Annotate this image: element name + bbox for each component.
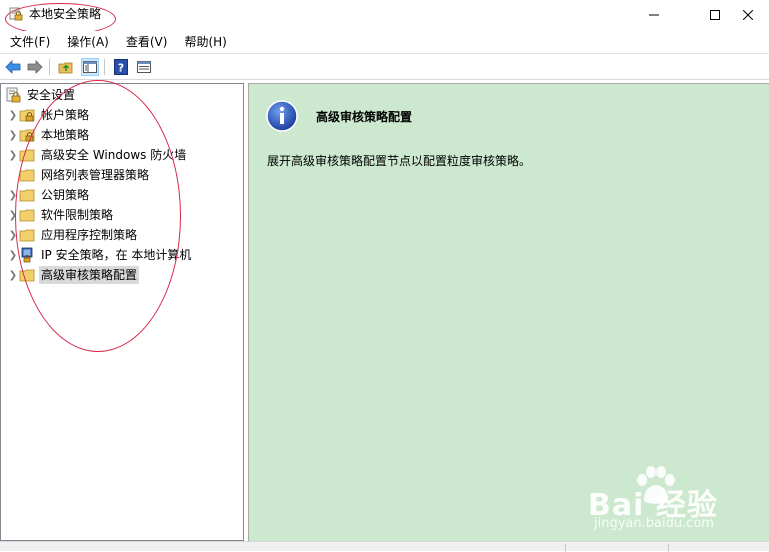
chevron-right-icon[interactable]: ❯ xyxy=(7,265,19,285)
folder-icon xyxy=(19,209,35,222)
toolbar-separator xyxy=(104,59,105,75)
tree-item-label: 软件限制策略 xyxy=(41,208,114,222)
tree-item-label: 网络列表管理器策略 xyxy=(41,168,150,182)
show-hide-tree-button[interactable] xyxy=(81,58,99,76)
maximize-icon xyxy=(710,10,720,20)
toolbar-separator xyxy=(49,59,50,75)
details-pane: 高级审核策略配置 展开高级审核策略配置节点以配置粒度审核策略。 xyxy=(248,83,769,541)
chevron-right-icon[interactable]: ❯ xyxy=(7,205,19,225)
tree-item-label: IP 安全策略，在 本地计算机 xyxy=(41,248,192,262)
status-bar xyxy=(0,541,769,552)
tree-item-ip-security[interactable]: ❯ IP 安全策略，在 本地计算机 xyxy=(7,245,193,265)
tree-item-advanced-audit[interactable]: ❯ 高级审核策略配置 xyxy=(7,265,140,285)
show-hide-tree-icon xyxy=(83,61,97,73)
folder-icon xyxy=(19,229,35,242)
help-icon: ? xyxy=(114,59,128,75)
menu-view[interactable]: 查看(V) xyxy=(119,31,175,53)
tree-item-app-control[interactable]: ❯ 应用程序控制策略 xyxy=(7,225,139,245)
menu-file[interactable]: 文件(F) xyxy=(3,31,57,53)
tree-item-public-key[interactable]: ❯ 公钥策略 xyxy=(7,185,91,205)
tree-item-network-list[interactable]: 网络列表管理器策略 xyxy=(7,165,151,185)
tree-item-software-restriction[interactable]: ❯ 软件限制策略 xyxy=(7,205,115,225)
back-arrow-icon xyxy=(5,60,21,74)
back-button[interactable] xyxy=(4,58,22,76)
chevron-right-icon[interactable]: ❯ xyxy=(7,105,19,125)
window-title: 本地安全策略 xyxy=(29,7,102,21)
ip-security-icon xyxy=(21,247,33,263)
chevron-right-icon[interactable]: ❯ xyxy=(7,225,19,245)
menu-bar: 文件(F) 操作(A) 查看(V) 帮助(H) xyxy=(0,31,769,53)
properties-button[interactable] xyxy=(135,58,153,76)
tree-item-label: 本地策略 xyxy=(41,128,90,142)
tree-item-local-policies[interactable]: ❯ 本地策略 xyxy=(7,125,91,145)
title-bar: 本地安全策略 xyxy=(0,0,769,30)
content-title: 高级审核策略配置 xyxy=(316,110,413,124)
folder-icon xyxy=(19,149,35,162)
menu-help[interactable]: 帮助(H) xyxy=(177,31,233,53)
tree-root[interactable]: 安全设置 xyxy=(5,85,77,105)
svg-text:?: ? xyxy=(118,62,124,75)
folder-icon xyxy=(19,169,35,182)
chevron-right-icon[interactable]: ❯ xyxy=(7,125,19,145)
tree-item-label: 帐户策略 xyxy=(41,108,90,122)
folder-lock-icon xyxy=(19,129,35,142)
chevron-right-icon[interactable]: ❯ xyxy=(7,245,19,265)
security-policy-icon xyxy=(9,7,23,21)
console-tree-pane: 安全设置 ❯ 帐户策略 ❯ 本地策略 ❯ 高级安全 Windows 防火墙 网络… xyxy=(0,83,244,541)
tree-item-label: 公钥策略 xyxy=(41,188,90,202)
forward-button[interactable] xyxy=(26,58,44,76)
tree-item-label: 高级安全 Windows 防火墙 xyxy=(41,148,187,162)
menu-action[interactable]: 操作(A) xyxy=(60,31,116,53)
folder-icon xyxy=(19,269,35,282)
security-settings-icon xyxy=(6,87,21,103)
close-icon xyxy=(742,10,753,20)
content-description: 展开高级审核策略配置节点以配置粒度审核策略。 xyxy=(267,154,532,168)
chevron-right-icon[interactable]: ❯ xyxy=(7,145,19,165)
minimize-button[interactable] xyxy=(631,0,677,30)
toolbar: ? xyxy=(0,53,769,80)
forward-arrow-icon xyxy=(27,60,43,74)
up-folder-icon xyxy=(58,62,73,74)
properties-icon xyxy=(137,61,151,73)
help-button[interactable]: ? xyxy=(112,58,130,76)
tree-item-account-policies[interactable]: ❯ 帐户策略 xyxy=(7,105,91,125)
tree-item-label: 高级审核策略配置 xyxy=(39,266,140,284)
tree-root-label: 安全设置 xyxy=(27,88,76,102)
minimize-icon xyxy=(649,14,659,16)
chevron-right-icon[interactable]: ❯ xyxy=(7,185,19,205)
tree-item-firewall[interactable]: ❯ 高级安全 Windows 防火墙 xyxy=(7,145,188,165)
tree-item-label: 应用程序控制策略 xyxy=(41,228,138,242)
folder-icon xyxy=(19,189,35,202)
close-button[interactable] xyxy=(726,0,769,30)
folder-lock-icon xyxy=(19,109,35,122)
info-icon xyxy=(266,100,298,132)
up-level-button[interactable] xyxy=(57,58,75,76)
